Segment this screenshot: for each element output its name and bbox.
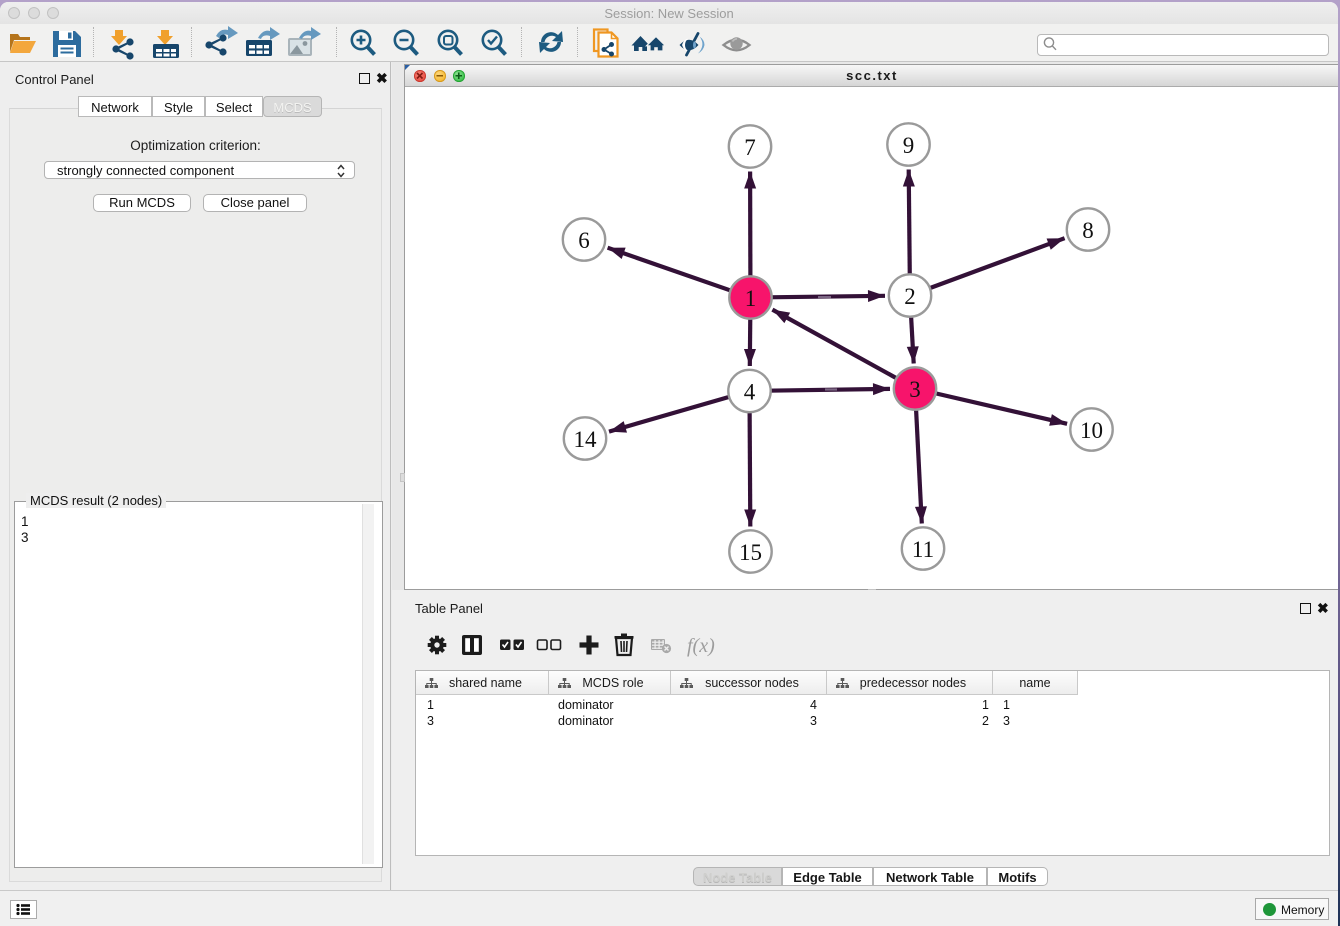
svg-text:6: 6 <box>578 228 590 253</box>
svg-text:1: 1 <box>745 286 757 311</box>
svg-text:2: 2 <box>904 284 916 309</box>
svg-text:10: 10 <box>1080 418 1103 443</box>
svg-text:4: 4 <box>744 380 756 405</box>
svg-text:f(x): f(x) <box>687 635 715 657</box>
svg-text:7: 7 <box>744 135 756 160</box>
svg-text:9: 9 <box>903 133 915 158</box>
svg-text:3: 3 <box>909 377 921 402</box>
svg-text:15: 15 <box>739 540 762 565</box>
svg-text:8: 8 <box>1082 218 1094 243</box>
svg-text:11: 11 <box>912 537 934 562</box>
svg-text:14: 14 <box>574 427 598 452</box>
